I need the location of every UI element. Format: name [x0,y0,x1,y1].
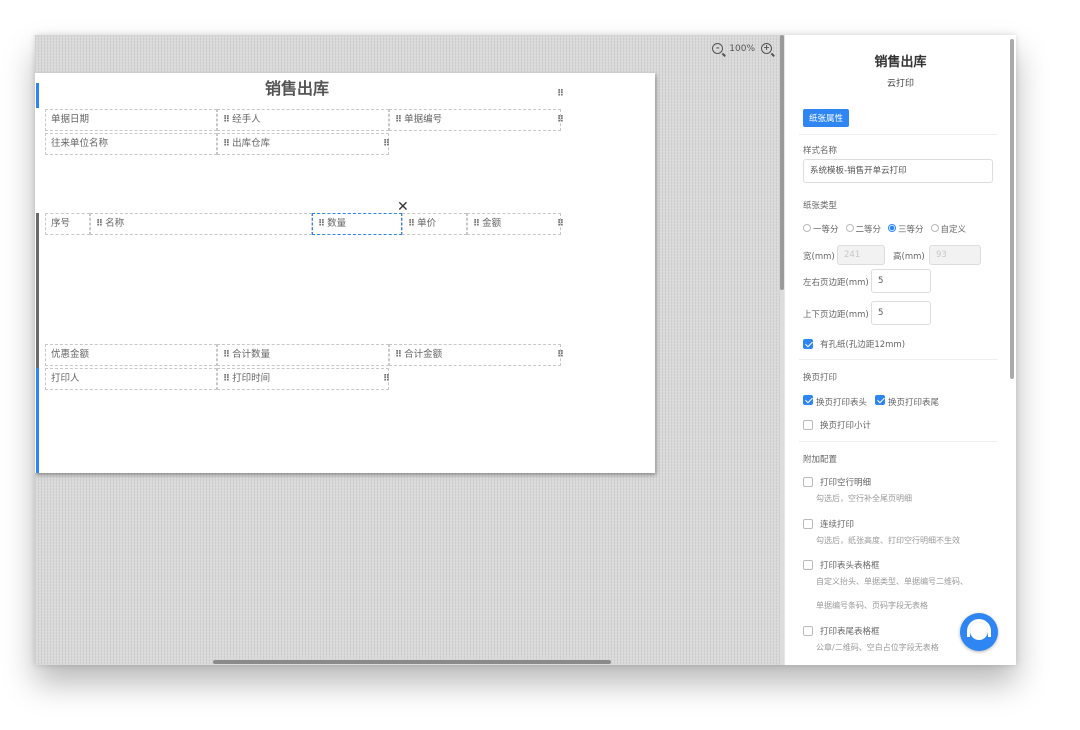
extra-desc: 公章/二维码、空白占位字段无表格 [816,643,939,652]
field-total-amount[interactable]: ⠿ 合计金额 [389,344,561,366]
zoom-in-icon[interactable]: + [761,43,772,54]
field-handler[interactable]: ⠿ 经手人 [217,109,389,131]
field-print-time[interactable]: ⠿ 打印时间 [217,368,389,390]
extra-header-border-checkbox[interactable]: 打印表头表格框 [803,559,880,571]
drag-handle-icon[interactable]: ⠿ [383,139,390,149]
field-doc-number[interactable]: ⠿ 单据编号 [389,109,561,131]
holes-checkbox[interactable]: 有孔纸(孔边距12mm) [803,338,905,350]
tb-margin-label: 上下页边距(mm) [803,310,869,320]
field-total-qty[interactable]: ⠿ 合计数量 [217,344,389,366]
drag-handle-icon[interactable]: ⠿ [557,219,564,229]
drag-handle-icon[interactable]: ⠿ [557,115,564,125]
horizontal-scrollbar[interactable] [213,660,611,664]
page-print-label: 换页打印 [803,373,838,383]
properties-panel: 销售出库 云打印 纸张属性 样式名称 系统模板-销售开单云打印 纸张类型 一等分… [784,35,1016,665]
col-index[interactable]: 序号 [45,213,90,235]
drag-handle-icon[interactable]: ⠿ [557,89,564,99]
paper-ruler [35,73,41,473]
tab-paper-properties[interactable]: 纸张属性 [803,109,850,127]
lr-margin-input[interactable]: 5 [871,269,931,293]
zoom-control: - 100% + [712,43,772,54]
drag-handle-icon[interactable]: ⠿ [557,350,564,360]
width-input[interactable]: 241 [837,245,885,265]
print-paper[interactable]: 销售出库 ⠿ 单据日期 ⠿ 经手人 ⠿ 单据编号 ⠿ 往来单位名称 ⠿ 出库仓库… [35,73,655,473]
field-doc-date[interactable]: 单据日期 [45,109,217,131]
page-print-header-checkbox[interactable]: 换页打印表头 [803,395,867,408]
extra-desc: 勾选后，空行补全尾页明细 [816,494,912,503]
extra-continuous-checkbox[interactable]: 连续打印 [803,518,854,530]
panel-subtitle: 云打印 [886,79,914,89]
paper-type-label: 纸张类型 [803,201,838,211]
zoom-level: 100% [729,43,755,54]
radio-three-part[interactable]: 三等分 [888,223,924,235]
col-amount[interactable]: ⠿ 金额 [467,213,561,235]
extra-footer-border-checkbox[interactable]: 打印表尾表格框 [803,625,880,637]
drag-handle-icon[interactable]: ⠿ [383,374,390,384]
lr-margin-label: 左右页边距(mm) [803,278,869,288]
style-name-label: 样式名称 [803,146,838,156]
design-canvas[interactable]: - 100% + 销售出库 ⠿ 单据日期 ⠿ 经手人 ⠿ 单据编号 ⠿ 往来单位… [35,35,780,665]
extra-config-label: 附加配置 [803,455,838,465]
field-partner-name[interactable]: 往来单位名称 [45,133,217,155]
col-unit-price[interactable]: ⠿ 单价 [402,213,467,235]
height-input[interactable]: 93 [929,245,981,265]
extra-desc: 自定义抬头、单据类型、单据编号二维码、 [816,577,968,586]
panel-scrollbar[interactable] [1010,39,1014,379]
field-warehouse[interactable]: ⠿ 出库仓库 [217,133,389,155]
radio-two-part[interactable]: 二等分 [845,223,881,235]
page-print-subtotal-checkbox[interactable]: 换页打印小计 [803,419,871,431]
zoom-out-icon[interactable]: - [712,43,724,54]
col-quantity-selection [312,213,402,235]
extra-desc: 单据编号条码、页码字段无表格 [816,601,928,610]
page-print-footer-checkbox[interactable]: 换页打印表尾 [875,395,939,408]
tb-margin-input[interactable]: 5 [871,301,931,325]
col-name[interactable]: ⠿ 名称 [90,213,312,235]
radio-custom[interactable]: 自定义 [930,223,966,235]
paper-type-radios: 一等分 二等分 三等分 自定义 [803,223,966,235]
checkbox-icon [803,339,813,349]
style-name-input[interactable]: 系统模板-销售开单云打印 [803,159,993,183]
page-print-options: 换页打印表头 换页打印表尾 [803,395,939,408]
customer-service-icon[interactable] [960,613,998,651]
extra-blank-rows-checkbox[interactable]: 打印空行明细 [803,476,871,488]
extra-desc: 勾选后，纸张高度、打印空行明细不生效 [816,536,960,545]
width-label: 宽(mm) [803,252,835,262]
panel-title: 销售出库 [874,55,927,70]
paper-title[interactable]: 销售出库 [265,75,329,99]
app-window: - 100% + 销售出库 ⠿ 单据日期 ⠿ 经手人 ⠿ 单据编号 ⠿ 往来单位… [35,35,1016,665]
radio-one-part[interactable]: 一等分 [803,223,839,235]
field-discount[interactable]: 优惠金额 [45,344,217,366]
field-printer[interactable]: 打印人 [45,368,217,390]
height-label: 高(mm) [893,252,925,262]
